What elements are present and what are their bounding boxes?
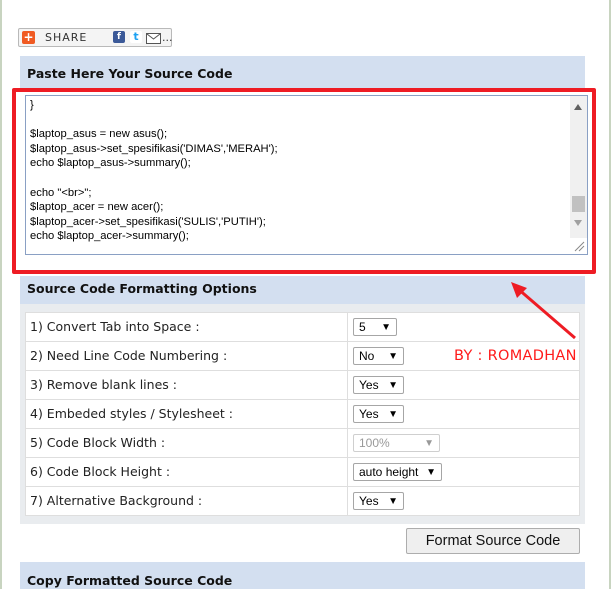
- chevron-down-icon: ▼: [426, 467, 436, 478]
- chevron-down-icon: ▼: [388, 409, 398, 420]
- chevron-down-icon: ▼: [388, 380, 398, 391]
- author-annotation: BY : ROMADHAN: [454, 348, 577, 364]
- option-label: 3) Remove blank lines :: [25, 370, 348, 400]
- option-label: 1) Convert Tab into Space :: [25, 312, 348, 342]
- options-section-title: Source Code Formatting Options: [27, 281, 257, 296]
- share-label: SHARE: [45, 31, 88, 44]
- paste-section-header: Paste Here Your Source Code: [20, 56, 585, 89]
- select-value: 100%: [359, 436, 390, 450]
- chevron-down-icon: ▼: [381, 322, 391, 333]
- option-row-block-width: 5) Code Block Width : 100% ▼: [25, 428, 580, 458]
- chevron-down-icon: ▼: [424, 438, 434, 449]
- red-arrow-icon: [511, 282, 576, 340]
- option-row-block-height: 6) Code Block Height : auto height ▼: [25, 457, 580, 487]
- option-label: 6) Code Block Height :: [25, 457, 348, 487]
- option-label: 5) Code Block Width :: [25, 428, 348, 458]
- select-value: Yes: [359, 494, 379, 508]
- left-border-line: [0, 0, 2, 589]
- twitter-icon[interactable]: t: [130, 31, 142, 43]
- paste-section-title: Paste Here Your Source Code: [27, 66, 233, 81]
- chevron-down-icon: ▼: [388, 496, 398, 507]
- select-value: auto height: [359, 465, 419, 479]
- option-label: 4) Embeded styles / Stylesheet :: [25, 399, 348, 429]
- facebook-icon[interactable]: f: [113, 31, 125, 43]
- more-icon[interactable]: ...: [162, 31, 173, 45]
- plus-icon: +: [22, 30, 35, 44]
- option-row-convert-tab: 1) Convert Tab into Space : 5 ▼: [25, 312, 580, 342]
- copy-section-header: Copy Formatted Source Code: [20, 562, 585, 589]
- embedded-styles-select[interactable]: Yes ▼: [353, 405, 404, 423]
- option-label: 2) Need Line Code Numbering :: [25, 341, 348, 371]
- line-numbering-select[interactable]: No ▼: [353, 347, 404, 365]
- red-highlight-box: [12, 88, 596, 274]
- share-button[interactable]: + SHARE f t ...: [18, 28, 173, 47]
- options-table: 1) Convert Tab into Space : 5 ▼ 2) Need …: [25, 312, 580, 516]
- select-value: No: [359, 349, 375, 363]
- remove-blank-lines-select[interactable]: Yes ▼: [353, 376, 404, 394]
- option-label: 7) Alternative Background :: [25, 486, 348, 516]
- convert-tab-select[interactable]: 5 ▼: [353, 318, 397, 336]
- code-block-height-select[interactable]: auto height ▼: [353, 463, 442, 481]
- option-row-alt-background: 7) Alternative Background : Yes ▼: [25, 486, 580, 516]
- options-section-header: Source Code Formatting Options: [20, 276, 585, 305]
- chevron-down-icon: ▼: [388, 351, 398, 362]
- option-row-embedded-styles: 4) Embeded styles / Stylesheet : Yes ▼: [25, 399, 580, 429]
- right-border-line: [609, 0, 611, 589]
- option-row-remove-blank: 3) Remove blank lines : Yes ▼: [25, 370, 580, 400]
- select-value: Yes: [359, 407, 379, 421]
- format-source-code-button[interactable]: Format Source Code: [406, 528, 580, 554]
- mail-icon[interactable]: [146, 33, 161, 44]
- select-value: 5: [359, 320, 366, 334]
- copy-section-title: Copy Formatted Source Code: [27, 573, 233, 588]
- alternative-background-select[interactable]: Yes ▼: [353, 492, 404, 510]
- select-value: Yes: [359, 378, 379, 392]
- code-block-width-select: 100% ▼: [353, 434, 440, 452]
